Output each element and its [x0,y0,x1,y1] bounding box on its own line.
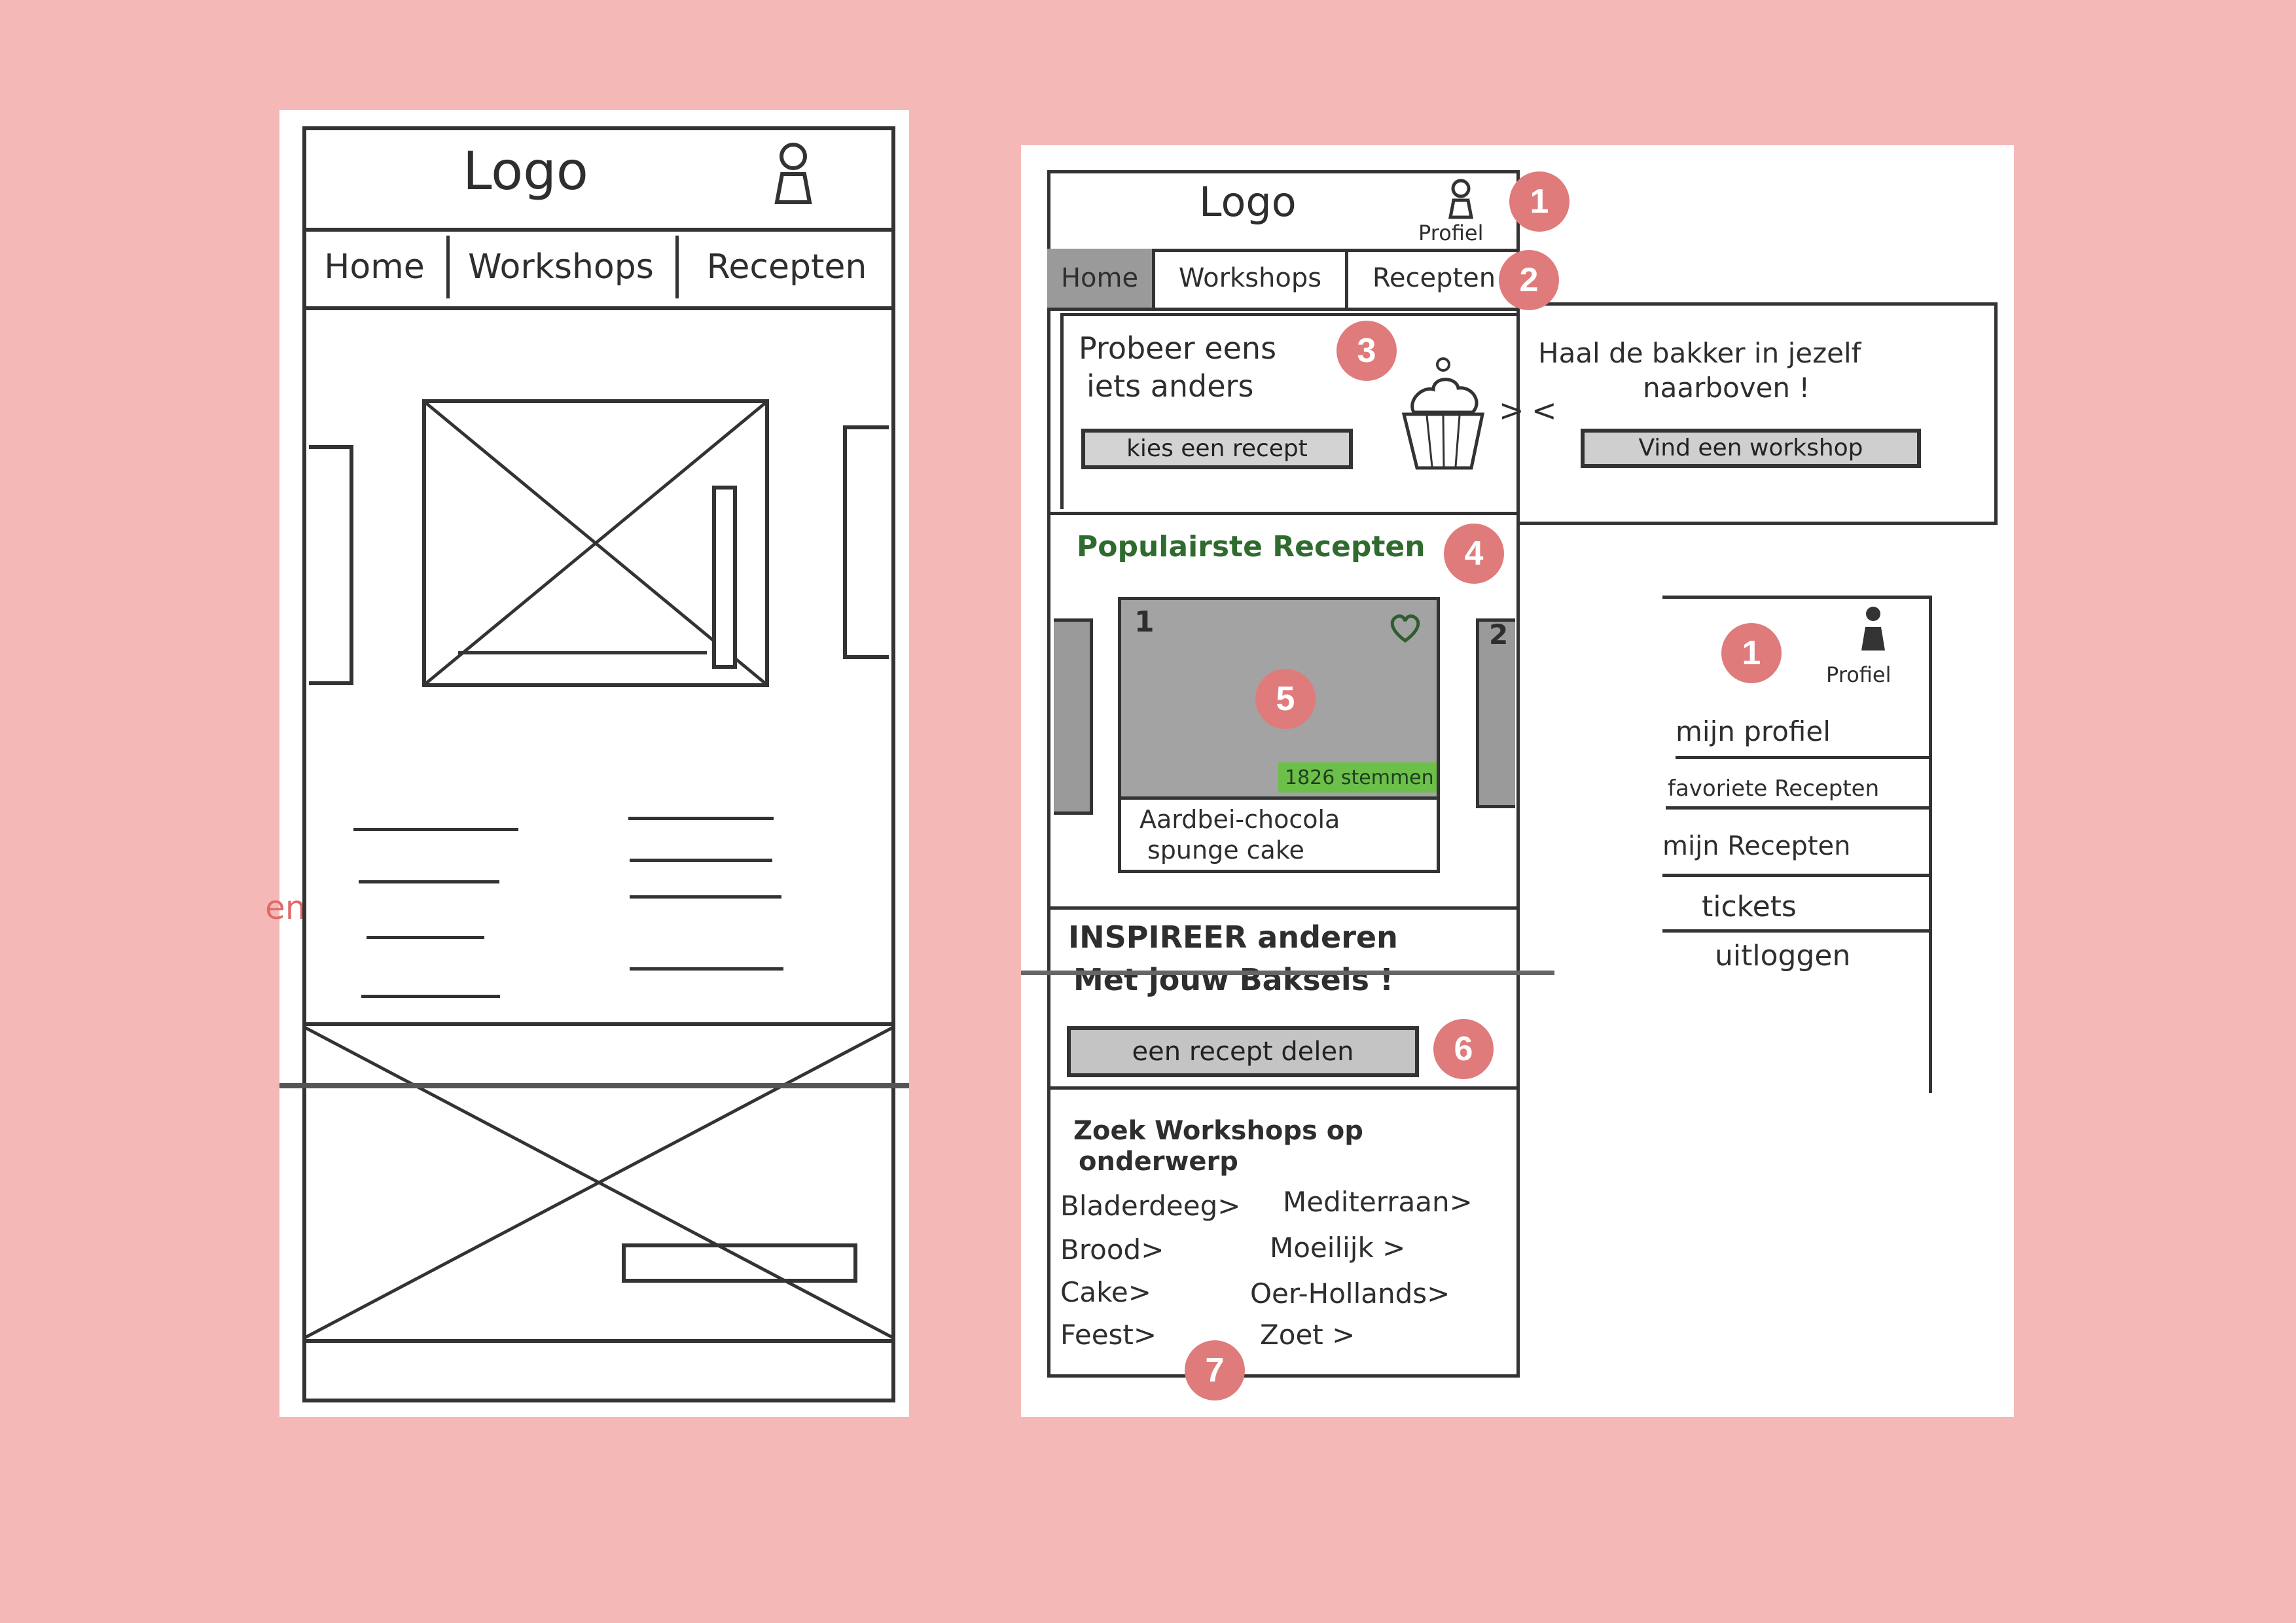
profile-menu-user-icon[interactable] [1854,603,1893,656]
menu-item-tickets[interactable]: tickets [1702,890,1797,923]
popular-recipes-heading: Populairste Recepten [1077,530,1426,563]
topic-link-brood[interactable]: Brood> [1060,1234,1164,1266]
right-profile-label[interactable]: Profiel [1418,221,1484,245]
menu-divider [1662,929,1931,933]
left-text-line [630,895,781,899]
left-nav-recepten[interactable]: Recepten [679,228,895,306]
topic-link-cake[interactable]: Cake> [1060,1276,1151,1308]
recipe-card-title-line2[interactable]: spunge cake [1147,836,1304,865]
annotation-badge-2: 2 [1499,250,1559,310]
left-profile-icon[interactable] [764,138,823,210]
choose-recipe-button[interactable]: kies een recept [1081,429,1353,469]
left-hero-caption-line [458,651,707,654]
right-profile-icon[interactable] [1441,177,1480,223]
cupcake-icon [1401,357,1485,470]
share-recipe-button[interactable]: een recept delen [1067,1026,1419,1077]
menu-divider [1676,756,1931,759]
menu-item-mijn-profiel[interactable]: mijn profiel [1676,715,1831,747]
topic-link-oer-hollands[interactable]: Oer-Hollands> [1250,1277,1450,1310]
hero-slide-1-title-line2: iets anders [1086,368,1254,404]
right-hero-divider [1047,512,1520,515]
left-text-line [628,817,774,820]
hero-slide-2-title-line2: naarboven ! [1643,372,1810,404]
topic-link-zoet[interactable]: Zoet > [1260,1319,1355,1351]
left-hero-scrollbar[interactable] [712,486,737,669]
annotation-badge-1: 1 [1509,171,1570,232]
heart-icon[interactable] [1388,612,1422,643]
votes-badge: 1826 stemmen [1278,762,1437,793]
menu-divider [1662,874,1931,877]
left-fold-line [279,1083,909,1088]
annotation-badge-6: 6 [1433,1019,1494,1079]
left-text-line [630,859,772,862]
topic-link-moeilijk[interactable]: Moeilijk > [1270,1232,1405,1264]
right-header: Logo Profiel [1047,170,1520,252]
hero-slide-2-title-line1: Haal de bakker in jezelf [1538,337,1861,369]
left-text-line [359,880,499,883]
hero-slide-1-title-line1: Probeer eens [1079,330,1277,366]
edge-text-fragment: en [265,889,306,927]
left-bottom-image-placeholder[interactable] [302,1022,895,1343]
right-fold-line [1021,971,1554,975]
menu-item-mijn-recepten[interactable]: mijn Recepten [1662,831,1851,861]
left-nav-workshops[interactable]: Workshops [450,228,672,306]
topic-link-bladerdeeg[interactable]: Bladerdeeg> [1060,1190,1240,1222]
annotation-badge-7: 7 [1185,1340,1245,1400]
right-inspire-divider [1047,1086,1520,1090]
recipe-card-prev[interactable] [1054,618,1093,815]
inspire-line1: INSPIREER anderen [1068,919,1398,955]
next-card-number: 2 [1489,618,1509,651]
votes-count: 1826 stemmen [1285,766,1434,789]
topic-link-feest[interactable]: Feest> [1060,1319,1157,1351]
annotation-badge-1-menu: 1 [1721,623,1782,683]
left-text-line [367,936,484,939]
topic-link-mediterraan[interactable]: Mediterraan> [1283,1186,1473,1218]
right-nav-workshops[interactable]: Workshops [1155,249,1345,308]
right-nav: Home Workshops Recepten [1047,249,1520,311]
annotation-badge-3: 3 [1336,321,1397,381]
menu-item-favoriete-recepten[interactable]: favoriete Recepten [1668,776,1879,802]
left-header: Logo [302,126,895,232]
workshop-topics-heading-line2: onderwerp [1079,1147,1238,1177]
left-carousel-side-left[interactable] [309,445,353,685]
right-nav-recepten[interactable]: Recepten [1348,249,1520,308]
left-nav-home[interactable]: Home [302,228,446,306]
left-carousel-side-right[interactable] [843,425,889,659]
recipe-card-title-line1[interactable]: Aardbei-chocola [1139,805,1340,834]
recipe-card-rank: 1 [1134,605,1155,639]
left-text-line [630,967,783,971]
hero-slide-2[interactable] [1520,302,1998,525]
right-nav-home[interactable]: Home [1047,249,1152,308]
right-popular-divider [1047,906,1520,910]
right-logo[interactable]: Logo [1199,178,1297,226]
profile-menu-label: Profiel [1826,662,1892,687]
annotation-badge-5: 5 [1255,669,1316,729]
workshop-topics-heading-line1: Zoek Workshops op [1073,1116,1363,1146]
left-nav: Home Workshops Recepten [302,228,895,310]
menu-divider [1666,806,1931,810]
find-workshop-button[interactable]: Vind een workshop [1581,429,1921,468]
menu-item-uitloggen[interactable]: uitloggen [1715,939,1850,972]
inspire-line2: Met jouw Baksels ! [1073,962,1394,997]
left-bottom-button-placeholder[interactable] [622,1243,857,1283]
left-text-line [353,828,518,831]
left-text-line [361,995,500,998]
annotation-badge-4: 4 [1444,524,1504,584]
recipe-card[interactable]: 1 1826 stemmen Aardbei-chocola spunge ca… [1118,597,1440,873]
left-logo[interactable]: Logo [463,141,588,202]
